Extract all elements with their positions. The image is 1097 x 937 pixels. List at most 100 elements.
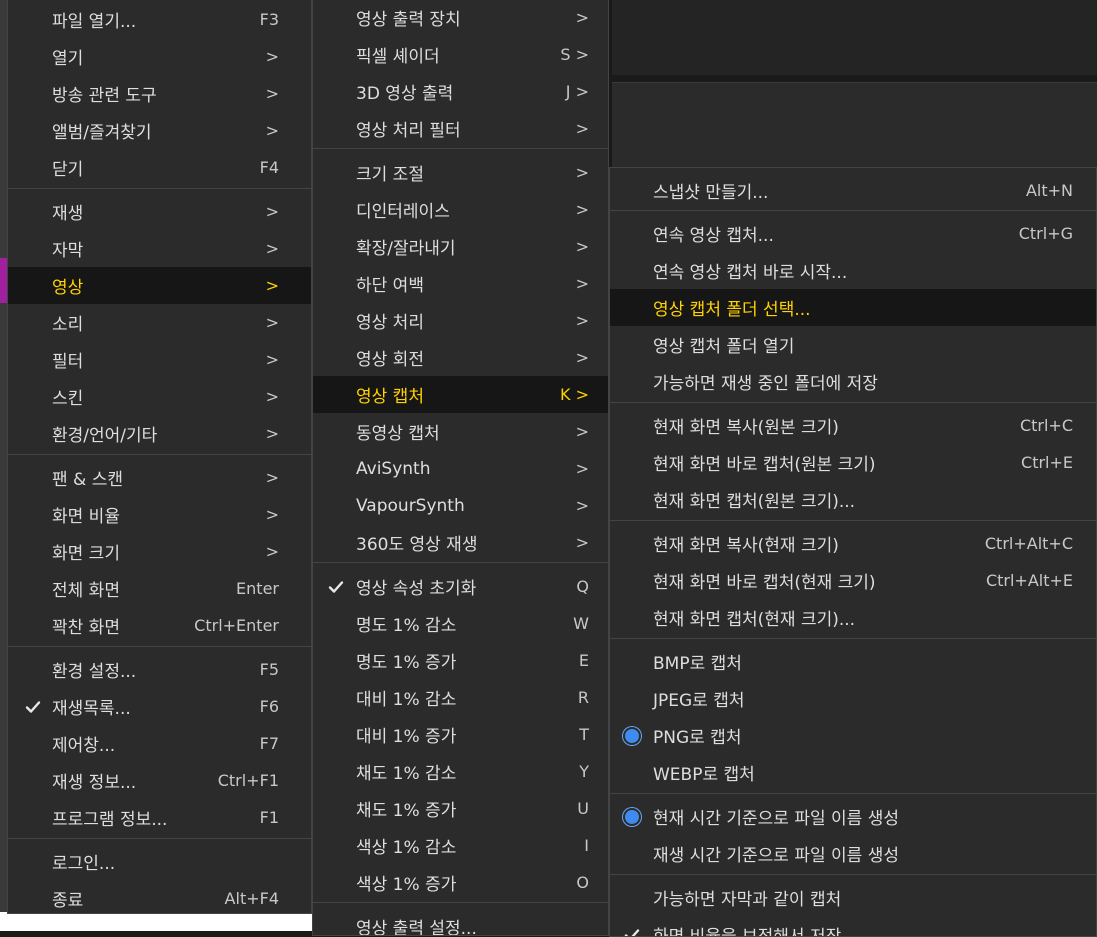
menu-item-label: 현재 화면 캡처(원본 크기)... (653, 487, 855, 512)
menu-item-filter[interactable]: 필터> (8, 341, 311, 378)
menu-item-saturation-up[interactable]: 채도 1% 증가U (313, 790, 608, 827)
menu-item-capture-webp[interactable]: WEBP로 캡처 (610, 754, 1096, 791)
menu-item-open-capture-folder[interactable]: 영상 캡처 폴더 열기 (610, 326, 1096, 363)
menu-item-deinterlace[interactable]: 디인터레이스> (313, 191, 608, 228)
submenu-arrow-icon: > (266, 276, 279, 295)
menu-item-playback-info[interactable]: 재생 정보...Ctrl+F1 (8, 762, 311, 799)
menu-item-movie-capture[interactable]: 동영상 캡처> (313, 413, 608, 450)
menu-item-about[interactable]: 프로그램 정보...F1 (8, 799, 311, 836)
menu-item-control-panel[interactable]: 제어창...F7 (8, 725, 311, 762)
menu-item-resize[interactable]: 크기 조절> (313, 154, 608, 191)
menu-item-broadcast-tools[interactable]: 방송 관련 도구> (8, 75, 311, 112)
menu-item-video-rotation[interactable]: 영상 회전> (313, 339, 608, 376)
menu-item-contrast-down[interactable]: 대비 1% 감소R (313, 679, 608, 716)
menu-item-brightness-up[interactable]: 명도 1% 증가E (313, 642, 608, 679)
menu-item-subtitles[interactable]: 자막> (8, 230, 311, 267)
menu-item-playback[interactable]: 재생> (8, 193, 311, 230)
menu-item-aspect-ratio[interactable]: 화면 비율> (8, 496, 311, 533)
menu-item-video[interactable]: 영상 > (8, 267, 311, 304)
menu-item-shortcut: Ctrl+Alt+E (986, 571, 1073, 590)
menu-item-video-capture[interactable]: 영상 캡처K > (313, 376, 608, 413)
menu-item-copy-current-size[interactable]: 현재 화면 복사(현재 크기)Ctrl+Alt+C (610, 525, 1096, 562)
menu-item-shortcut: K > (560, 385, 589, 404)
submenu-arrow-icon: > (576, 8, 589, 27)
menu-item-open-file[interactable]: 파일 열기... F3 (8, 1, 311, 38)
menu-item-vapoursynth[interactable]: VapourSynth> (313, 487, 608, 524)
submenu-arrow-icon: > (576, 422, 589, 441)
menu-item-bottom-margin[interactable]: 하단 여백> (313, 265, 608, 302)
menu-item-select-capture-folder[interactable]: 영상 캡처 폴더 선택... (610, 289, 1096, 326)
menu-item-snapshot[interactable]: 스냅샷 만들기...Alt+N (610, 172, 1096, 209)
menu-separator (8, 838, 311, 839)
menu-item-shortcut: F3 (260, 10, 279, 29)
menu-item-label: AviSynth (356, 459, 430, 479)
menu-item-label: 스냅샷 만들기... (653, 178, 768, 203)
menu-item-capture-original-size[interactable]: 현재 화면 캡처(원본 크기)... (610, 481, 1096, 518)
menu-item-avisynth[interactable]: AviSynth> (313, 450, 608, 487)
menu-item-label: 크기 조절 (356, 160, 424, 185)
menu-item-env-lang-etc[interactable]: 환경/언어/기타> (8, 415, 311, 452)
menu-item-contrast-up[interactable]: 대비 1% 증가T (313, 716, 608, 753)
menu-item-quick-capture-original-size[interactable]: 현재 화면 바로 캡처(원본 크기)Ctrl+E (610, 444, 1096, 481)
menu-item-save-aspect-corrected[interactable]: 화면 비율을 보정해서 저장 (610, 916, 1096, 937)
menu-item-fullscreen[interactable]: 전체 화면Enter (8, 570, 311, 607)
menu-item-label: 영상 캡처 폴더 선택... (653, 295, 811, 320)
menu-item-screen-size[interactable]: 화면 크기> (8, 533, 311, 570)
menu-item-label: 전체 화면 (52, 576, 120, 601)
menu-item-capture-bmp[interactable]: BMP로 캡처 (610, 643, 1096, 680)
submenu-arrow-icon: > (266, 542, 279, 561)
menu-item-open[interactable]: 열기> (8, 38, 311, 75)
menu-item-label: 색상 1% 증가 (356, 870, 456, 895)
menu-item-audio[interactable]: 소리> (8, 304, 311, 341)
menu-item-preferences[interactable]: 환경 설정...F5 (8, 651, 311, 688)
menu-item-expand-crop[interactable]: 확장/잘라내기> (313, 228, 608, 265)
menu-item-360-video[interactable]: 360도 영상 재생> (313, 524, 608, 561)
menu-item-pixel-shader[interactable]: 픽셀 셰이더S > (313, 36, 608, 73)
menu-item-copy-original-size[interactable]: 현재 화면 복사(원본 크기)Ctrl+C (610, 407, 1096, 444)
submenu-video: 영상 출력 장치> 픽셀 셰이더S > 3D 영상 출력J > 영상 처리 필터… (312, 0, 609, 936)
menu-item-capture-png[interactable]: PNG로 캡처 (610, 717, 1096, 754)
menu-item-label: 영상 (52, 273, 83, 298)
menu-item-filename-current-time[interactable]: 현재 시간 기준으로 파일 이름 생성 (610, 798, 1096, 835)
menu-item-label: 현재 화면 복사(현재 크기) (653, 531, 839, 556)
menu-item-label: 가능하면 자막과 같이 캡처 (653, 885, 841, 910)
menu-item-quick-capture-current-size[interactable]: 현재 화면 바로 캡처(현재 크기) Ctrl+Alt+E (610, 562, 1096, 599)
menu-item-login[interactable]: 로그인... (8, 843, 311, 880)
menu-item-fill-screen[interactable]: 꽉찬 화면 Ctrl+Enter (8, 607, 311, 644)
menu-item-close[interactable]: 닫기F4 (8, 149, 311, 186)
menu-item-continuous-capture[interactable]: 연속 영상 캡처...Ctrl+G (610, 215, 1096, 252)
menu-item-reset-video-properties[interactable]: 영상 속성 초기화Q (313, 568, 608, 605)
checkmark-icon (623, 926, 641, 937)
menu-item-continuous-capture-start[interactable]: 연속 영상 캡처 바로 시작... (610, 252, 1096, 289)
menu-item-label: 현재 화면 바로 캡처(현재 크기) (653, 568, 876, 593)
menu-item-capture-current-size[interactable]: 현재 화면 캡처(현재 크기)... (610, 599, 1096, 636)
menu-item-label: 3D 영상 출력 (356, 79, 453, 104)
menu-item-label: 스킨 (52, 384, 83, 409)
menu-separator (8, 188, 311, 189)
menu-item-exit[interactable]: 종료Alt+F4 (8, 880, 311, 914)
menu-item-label: 파일 열기... (52, 7, 136, 32)
menu-item-hue-down[interactable]: 색상 1% 감소I (313, 827, 608, 864)
menu-item-hue-up[interactable]: 색상 1% 증가O (313, 864, 608, 901)
menu-item-brightness-down[interactable]: 명도 1% 감소W (313, 605, 608, 642)
menu-item-3d-output[interactable]: 3D 영상 출력J > (313, 73, 608, 110)
menu-item-capture-with-subtitles[interactable]: 가능하면 자막과 같이 캡처 (610, 879, 1096, 916)
menu-item-pan-scan[interactable]: 팬 & 스캔> (8, 459, 311, 496)
menu-item-album-favorites[interactable]: 앨범/즐겨찾기> (8, 112, 311, 149)
menu-item-shortcut: Ctrl+F1 (218, 771, 279, 790)
menu-item-capture-jpeg[interactable]: JPEG로 캡처 (610, 680, 1096, 717)
menu-item-video-filter[interactable]: 영상 처리 필터> (313, 110, 608, 147)
menu-item-shortcut: Ctrl+C (1020, 416, 1073, 435)
menu-separator (610, 210, 1096, 211)
menu-item-saturation-down[interactable]: 채도 1% 감소Y (313, 753, 608, 790)
menu-item-save-to-playing-folder[interactable]: 가능하면 재생 중인 폴더에 저장 (610, 363, 1096, 400)
menu-item-shortcut: Ctrl+Enter (194, 616, 279, 635)
menu-item-skin[interactable]: 스킨> (8, 378, 311, 415)
submenu-arrow-icon: > (576, 119, 589, 138)
menu-item-filename-playback-time[interactable]: 재생 시간 기준으로 파일 이름 생성 (610, 835, 1096, 872)
menu-item-playlist[interactable]: 재생목록...F6 (8, 688, 311, 725)
menu-item-label: 꽉찬 화면 (52, 613, 120, 638)
menu-item-video-output-settings[interactable]: 영상 출력 설정... (313, 908, 608, 936)
menu-item-video-processing[interactable]: 영상 처리> (313, 302, 608, 339)
menu-item-video-output-device[interactable]: 영상 출력 장치> (313, 0, 608, 36)
